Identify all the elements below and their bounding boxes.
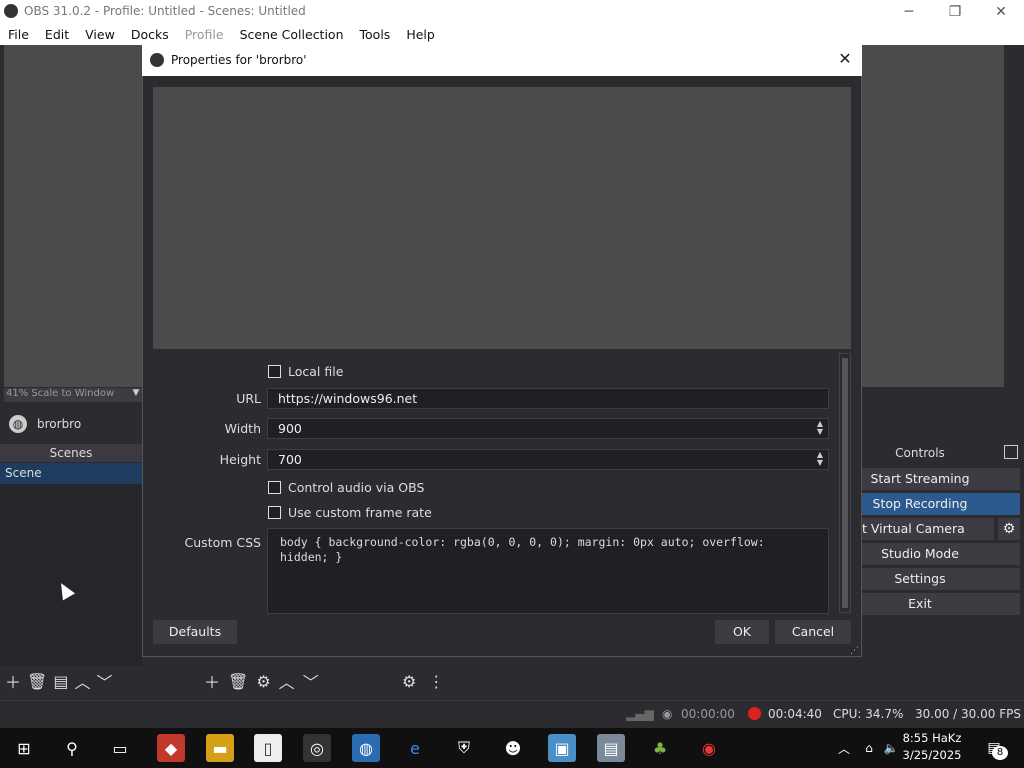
recording-time: 00:04:40 xyxy=(768,707,822,721)
custom-fps-label: Use custom frame rate xyxy=(288,505,432,520)
signal-icon: ▂▄▆ xyxy=(626,707,654,721)
menu-view[interactable]: View xyxy=(77,27,123,42)
obs-logo-icon xyxy=(150,53,164,67)
clock-date: 3/25/2025 xyxy=(902,748,962,762)
height-spin-icon[interactable]: ▲ ▼ xyxy=(814,451,826,468)
fps-display: 30.00 / 30.00 FPS xyxy=(915,707,1021,721)
width-spin-icon[interactable]: ▲ ▼ xyxy=(814,420,826,437)
undock-icon[interactable] xyxy=(1004,445,1018,459)
cpu-usage: CPU: 34.7% xyxy=(833,707,904,721)
move-down-icon[interactable]: ﹀ xyxy=(96,669,112,693)
stream-time: 00:00:00 xyxy=(681,707,735,721)
status-bar: ▂▄▆ ◉ 00:00:00 00:04:40 CPU: 34.7% 30.00… xyxy=(0,700,1024,728)
stream-icon: ◉ xyxy=(662,707,673,721)
width-stepper[interactable]: 900 ▲ ▼ xyxy=(267,418,829,439)
sources-toolbar: ＋ 🗑 ⚙ ︿ ﹀ xyxy=(198,668,396,694)
notification-badge: 8 xyxy=(992,746,1008,760)
tray-expand-icon[interactable]: ︿ xyxy=(830,734,858,762)
ok-button[interactable]: OK xyxy=(715,620,769,644)
scenes-header: Scenes xyxy=(0,444,142,462)
menu-docks[interactable]: Docks xyxy=(123,27,177,42)
source-name: brorbro xyxy=(37,417,82,431)
dialog-scrollbar[interactable] xyxy=(839,353,851,613)
url-label: URL xyxy=(236,391,261,406)
file-explorer-icon[interactable]: ▬ xyxy=(206,734,234,762)
chrome-icon[interactable]: ◉ xyxy=(695,734,723,762)
width-label: Width xyxy=(224,421,261,436)
browser-source-preview xyxy=(153,87,851,349)
maximize-button[interactable]: ❐ xyxy=(932,0,978,23)
height-stepper[interactable]: 700 ▲ ▼ xyxy=(267,449,829,470)
add-source-icon[interactable]: ＋ xyxy=(204,669,220,693)
scene-list-item[interactable]: Scene xyxy=(0,463,142,484)
remove-source-icon[interactable]: 🗑 xyxy=(228,672,248,691)
height-label: Height xyxy=(219,452,261,467)
clock-time: 8:55 HaKz xyxy=(902,731,962,745)
gimp-icon[interactable]: ☻ xyxy=(499,734,527,762)
selected-source[interactable]: ◍ brorbro xyxy=(0,410,142,438)
menu-file[interactable]: File xyxy=(0,27,37,42)
android-icon[interactable]: ♣ xyxy=(646,734,674,762)
mixer-toolbar: ⚙ ⋮ xyxy=(398,668,458,694)
control-audio-label: Control audio via OBS xyxy=(288,480,425,495)
network-app-icon[interactable]: ▣ xyxy=(548,734,576,762)
move-up-icon[interactable]: ︿ xyxy=(74,669,90,693)
remove-scene-icon[interactable]: 🗑 xyxy=(27,672,47,691)
more-options-icon[interactable]: ⋮ xyxy=(428,672,444,691)
source-properties-icon[interactable]: ⚙ xyxy=(256,672,270,691)
menu-tools[interactable]: Tools xyxy=(352,27,399,42)
defaults-button[interactable]: Defaults xyxy=(153,620,237,644)
scene-filters-icon[interactable]: ▤ xyxy=(53,672,68,691)
virtual-camera-settings-icon[interactable]: ⚙ xyxy=(998,518,1020,540)
local-file-label: Local file xyxy=(288,364,344,379)
custom-css-label: Custom CSS xyxy=(184,535,261,550)
dialog-title: Properties for 'brorbro' xyxy=(171,53,307,67)
recording-icon xyxy=(748,707,761,720)
obs-logo-icon xyxy=(4,4,18,18)
task-view-icon[interactable]: ▭ xyxy=(106,734,134,762)
dialog-close-icon[interactable]: ✕ xyxy=(832,49,858,71)
obs-title-bar: OBS 31.0.2 - Profile: Untitled - Scenes:… xyxy=(0,0,1024,23)
start-icon[interactable]: ⊞ xyxy=(10,734,38,762)
url-input[interactable]: https://windows96.net xyxy=(267,388,829,409)
globe-app-icon[interactable]: ◍ xyxy=(352,734,380,762)
add-scene-icon[interactable]: ＋ xyxy=(5,669,21,693)
menu-scene-collection[interactable]: Scene Collection xyxy=(232,27,352,42)
globe-icon: ◍ xyxy=(9,415,27,433)
width-value: 900 xyxy=(278,421,302,436)
custom-css-textarea[interactable]: body { background-color: rgba(0, 0, 0, 0… xyxy=(267,528,829,614)
control-audio-checkbox[interactable] xyxy=(268,481,281,494)
cancel-button[interactable]: Cancel xyxy=(775,620,851,644)
menu-profile[interactable]: Profile xyxy=(177,27,232,42)
remote-desktop-icon[interactable]: ▤ xyxy=(597,734,625,762)
minimize-button[interactable]: ─ xyxy=(886,0,932,23)
taskbar-clock[interactable]: 8:55 HaKz 3/25/2025 xyxy=(892,730,972,766)
search-icon[interactable]: ⚲ xyxy=(58,734,86,762)
scrollbar-thumb[interactable] xyxy=(842,358,848,608)
dialog-title-bar: Properties for 'brorbro' ✕ xyxy=(142,45,862,76)
resize-grip-icon[interactable]: ⋰ xyxy=(850,646,859,656)
menu-help[interactable]: Help xyxy=(398,27,443,42)
menu-edit[interactable]: Edit xyxy=(37,27,77,42)
obs-taskbar-icon[interactable]: ◎ xyxy=(303,734,331,762)
move-source-down-icon[interactable]: ﹀ xyxy=(303,669,319,693)
shield-icon[interactable]: ⛨ xyxy=(450,734,478,762)
app-red-icon[interactable]: ◆ xyxy=(157,734,185,762)
scenes-toolbar: ＋ 🗑 ▤ ︿ ﹀ xyxy=(0,668,196,694)
move-source-up-icon[interactable]: ︿ xyxy=(279,669,295,693)
window-title: OBS 31.0.2 - Profile: Untitled - Scenes:… xyxy=(24,4,306,18)
scale-dropdown[interactable]: 41% Scale to Window xyxy=(4,388,144,402)
internet-explorer-icon[interactable]: e xyxy=(401,734,429,762)
notepad-icon[interactable]: ▯ xyxy=(254,734,282,762)
local-file-checkbox[interactable] xyxy=(268,365,281,378)
audio-settings-icon[interactable]: ⚙ xyxy=(402,672,416,691)
height-value: 700 xyxy=(278,452,302,467)
custom-fps-checkbox[interactable] xyxy=(268,506,281,519)
scenes-panel xyxy=(0,484,142,666)
menu-bar: File Edit View Docks Profile Scene Colle… xyxy=(0,23,1024,45)
close-window-button[interactable]: ✕ xyxy=(978,0,1024,23)
